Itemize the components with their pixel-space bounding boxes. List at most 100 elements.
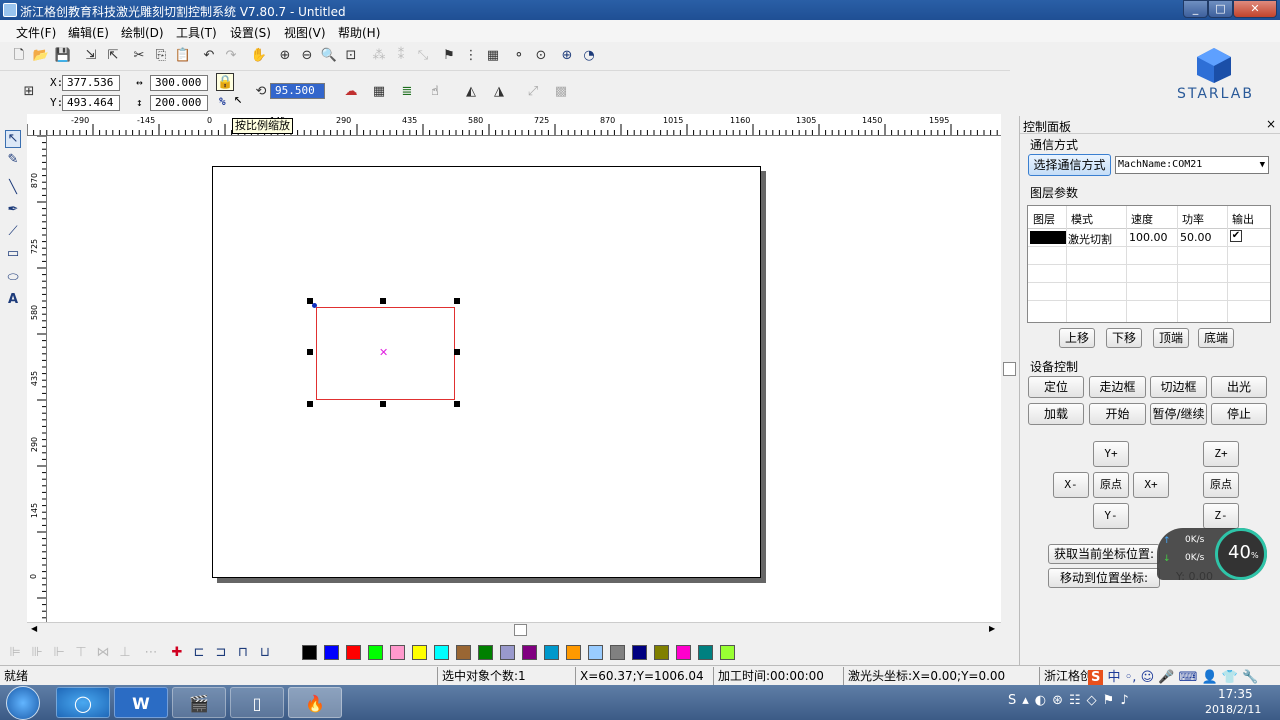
minimize-button[interactable]: _: [1183, 0, 1208, 18]
fire-laser-button[interactable]: 出光: [1211, 376, 1267, 398]
color-swatch[interactable]: [412, 645, 427, 660]
width-field[interactable]: 300.000: [150, 75, 208, 91]
cut-order-icon[interactable]: ⚑: [440, 47, 458, 65]
disabled-tool-1-icon[interactable]: ⤢: [524, 83, 542, 101]
clock-time[interactable]: 17:35: [1218, 687, 1253, 701]
zoom-in-icon[interactable]: ⊕: [276, 47, 294, 65]
group-icon[interactable]: ▦: [370, 83, 388, 101]
jog-x-plus-button[interactable]: X+: [1133, 472, 1169, 498]
pen-tool-icon[interactable]: ✒: [5, 202, 21, 220]
resize-handle[interactable]: [454, 298, 460, 304]
color-swatch[interactable]: [698, 645, 713, 660]
network-speed-widget[interactable]: ↑ 0K/s ↓ 0K/s 40 %: [1157, 528, 1267, 580]
layer-color-swatch[interactable]: [1030, 231, 1066, 244]
resize-handle[interactable]: [454, 349, 460, 355]
anchor-grid-icon[interactable]: ⊞: [20, 83, 38, 101]
menu-view[interactable]: 视图(V): [284, 24, 326, 41]
same-width-icon[interactable]: ⊏: [190, 644, 208, 662]
target-icon[interactable]: ⊕: [558, 47, 576, 65]
cut-icon[interactable]: ✂: [130, 47, 148, 65]
ime-toolbar[interactable]: S 中 ◦, ☺ 🎤 ⌨ 👤 👕 🔧: [1088, 666, 1278, 686]
trace-frame-button[interactable]: 走边框: [1089, 376, 1146, 398]
color-swatch[interactable]: [654, 645, 669, 660]
color-swatch[interactable]: [522, 645, 537, 660]
color-swatch[interactable]: [500, 645, 515, 660]
resize-handle[interactable]: [380, 401, 386, 407]
disabled-tool-2-icon[interactable]: ▩: [552, 83, 570, 101]
jog-x-minus-button[interactable]: X-: [1053, 472, 1089, 498]
menu-help[interactable]: 帮助(H): [338, 24, 380, 41]
align-icon[interactable]: ≣: [398, 83, 416, 101]
new-file-icon[interactable]: 🗋: [10, 47, 28, 65]
color-swatch[interactable]: [324, 645, 339, 660]
comm-port-select[interactable]: MachName:COM21 ▼: [1115, 156, 1269, 174]
jog-z-origin-button[interactable]: 原点: [1203, 472, 1239, 498]
save-icon[interactable]: 💾: [54, 47, 72, 65]
move-up-button[interactable]: 上移: [1059, 328, 1095, 348]
move-top-button[interactable]: 顶端: [1153, 328, 1189, 348]
open-folder-icon[interactable]: 📂: [32, 47, 50, 65]
node-edit-icon[interactable]: ⁂: [370, 47, 388, 65]
layer-output-checkbox[interactable]: ✔: [1230, 230, 1242, 242]
get-position-button[interactable]: 获取当前坐标位置:: [1048, 544, 1160, 564]
video-taskbar-icon[interactable]: 🎬: [172, 687, 226, 718]
export-icon[interactable]: ⇱: [104, 47, 122, 65]
resize-handle[interactable]: [307, 401, 313, 407]
laser-app-taskbar-icon[interactable]: 🔥: [288, 687, 342, 718]
resize-handle[interactable]: [380, 298, 386, 304]
distribute-icon[interactable]: ⋯: [142, 644, 160, 662]
jog-y-plus-button[interactable]: Y+: [1093, 441, 1129, 467]
menu-draw[interactable]: 绘制(D): [121, 24, 164, 41]
line-tool-icon[interactable]: ╲: [5, 180, 21, 198]
start-button-icon[interactable]: [6, 686, 40, 720]
paste-icon[interactable]: 📋: [174, 47, 192, 65]
edge-taskbar-icon[interactable]: ◯: [56, 687, 110, 718]
vertical-scrollbar[interactable]: [1002, 136, 1018, 622]
start-button[interactable]: 开始: [1089, 403, 1146, 425]
menu-edit[interactable]: 编辑(E): [68, 24, 109, 41]
align-bottom-icon[interactable]: ⊥: [116, 644, 134, 662]
arrange-icon[interactable]: ⊔: [256, 644, 274, 662]
file-taskbar-icon[interactable]: ▯: [230, 687, 284, 718]
align-right-icon[interactable]: ⊩: [50, 644, 68, 662]
align-left-icon[interactable]: ⊫: [6, 644, 24, 662]
mirror-v-icon[interactable]: ◮: [490, 83, 508, 101]
hand-pan-icon[interactable]: ✋: [250, 47, 268, 65]
resize-handle[interactable]: [307, 349, 313, 355]
sogou-ime-icon[interactable]: S: [1088, 670, 1104, 685]
jog-origin-button[interactable]: 原点: [1093, 472, 1129, 498]
align-center-icon[interactable]: ⊪: [28, 644, 46, 662]
start-point-icon[interactable]: ⊙: [532, 47, 550, 65]
maximize-button[interactable]: □: [1208, 0, 1233, 18]
center-cross-icon[interactable]: ✚: [168, 644, 186, 662]
horizontal-scrollbar[interactable]: ◀ ▶: [27, 622, 1001, 637]
rotate-angle-field[interactable]: 95.500: [270, 83, 325, 99]
panel-close-icon[interactable]: ×: [1266, 117, 1276, 131]
color-swatch[interactable]: [434, 645, 449, 660]
jog-z-plus-button[interactable]: Z+: [1203, 441, 1239, 467]
color-swatch[interactable]: [720, 645, 735, 660]
percent-toggle[interactable]: %: [219, 95, 226, 108]
menu-file[interactable]: 文件(F): [16, 24, 56, 41]
pause-resume-button[interactable]: 暂停/继续: [1150, 403, 1207, 425]
color-swatch[interactable]: [566, 645, 581, 660]
hand-tool-icon[interactable]: ☝: [426, 83, 444, 101]
move-to-position-button[interactable]: 移动到位置坐标:: [1048, 568, 1160, 588]
grid-icon[interactable]: ▦: [484, 47, 502, 65]
zoom-page-icon[interactable]: ⊡: [342, 47, 360, 65]
move-down-button[interactable]: 下移: [1106, 328, 1142, 348]
preview-icon[interactable]: ◔: [580, 47, 598, 65]
cloud-icon[interactable]: ☁: [342, 83, 360, 101]
undo-icon[interactable]: ↶: [200, 47, 218, 65]
layer-table[interactable]: 图层 模式 速度 功率 输出 激光切割 100.00 50.00 ✔: [1027, 205, 1271, 323]
menu-settings[interactable]: 设置(S): [230, 24, 271, 41]
align-middle-icon[interactable]: ⋈: [94, 644, 112, 662]
menu-tools[interactable]: 工具(T): [176, 24, 217, 41]
color-swatch[interactable]: [478, 645, 493, 660]
same-height-icon[interactable]: ⊐: [212, 644, 230, 662]
node-delete-icon[interactable]: ⁑: [392, 47, 410, 65]
color-swatch[interactable]: [302, 645, 317, 660]
y-position-field[interactable]: 493.464: [62, 95, 120, 111]
close-button[interactable]: ✕: [1233, 0, 1277, 18]
import-icon[interactable]: ⇲: [82, 47, 100, 65]
